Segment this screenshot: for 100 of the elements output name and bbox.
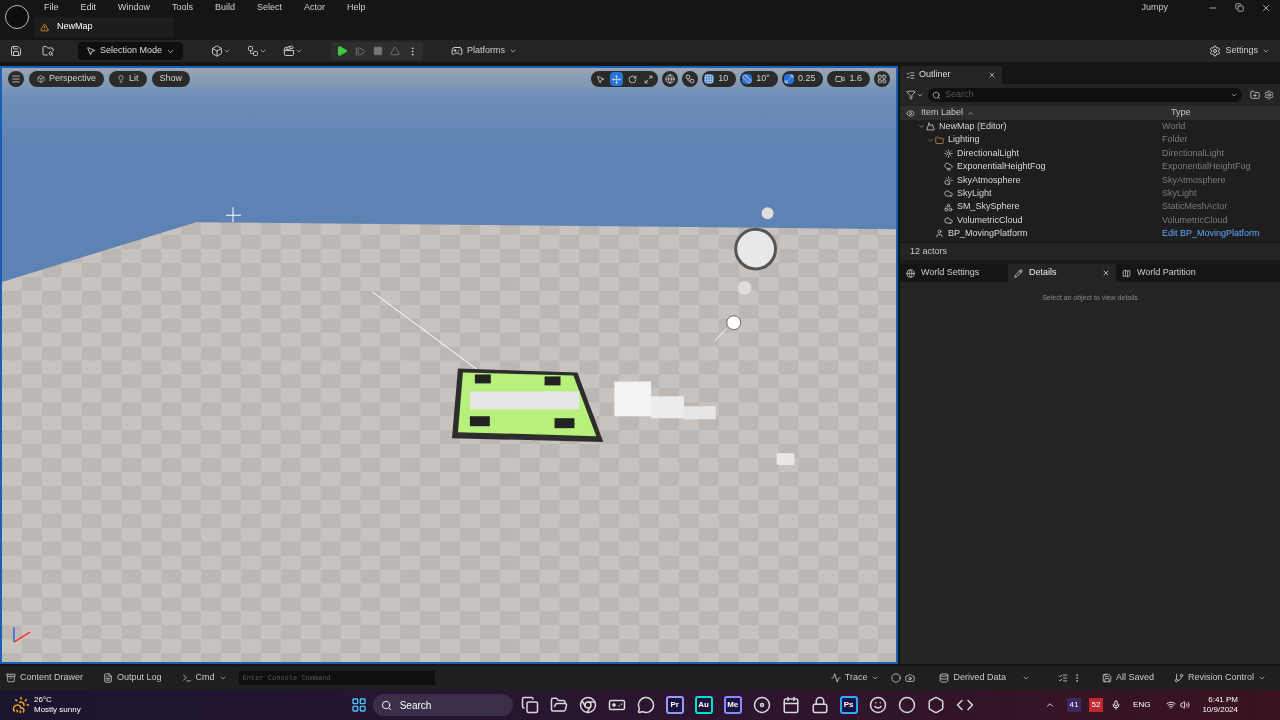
cmd-dropdown[interactable]: Cmd (173, 671, 235, 685)
close-icon[interactable] (988, 71, 996, 79)
volume-icon[interactable] (1180, 700, 1191, 710)
microphone-icon[interactable] (1111, 700, 1122, 710)
camera-icon[interactable] (905, 673, 916, 683)
viewport-option-button[interactable]: Show (151, 71, 191, 87)
output-log-button[interactable]: Output Log (95, 671, 170, 685)
tray-badge[interactable]: 52 (1089, 698, 1104, 712)
tree-item-label[interactable]: DirectionalLight (957, 146, 1020, 161)
disc-icon[interactable] (752, 696, 771, 714)
menu-item[interactable]: File (44, 0, 59, 15)
column-header[interactable]: Item Label (921, 106, 1171, 120)
language-indicator[interactable]: ENG (1133, 699, 1151, 711)
clock-time[interactable]: 6:41 PM (1208, 695, 1238, 705)
menu-item[interactable]: Tools (172, 0, 194, 15)
hexagon-icon[interactable] (926, 696, 945, 714)
add-folder-icon[interactable] (1250, 90, 1260, 100)
app-icon[interactable]: Me (723, 696, 742, 714)
selection-mode-dropdown[interactable]: Selection Mode (78, 42, 184, 60)
flow-icon (247, 45, 260, 57)
save-icon[interactable] (10, 45, 22, 57)
stop-icon[interactable] (373, 46, 384, 56)
folder-icon[interactable] (549, 696, 568, 714)
play-icon[interactable] (336, 45, 349, 57)
chevron-down-icon (871, 674, 880, 682)
start-icon[interactable] (350, 697, 367, 713)
tree-item-label[interactable]: BP_MovingPlatform (948, 227, 1028, 241)
tree-item-label[interactable]: Lighting (948, 133, 980, 147)
chevron-down-icon (1230, 91, 1238, 99)
calendar-icon[interactable] (781, 696, 800, 714)
tree-item-label[interactable]: VolumetricCloud (957, 213, 1023, 228)
scale-snap-button[interactable]: 0.25 (781, 71, 824, 87)
filter-button[interactable] (906, 90, 924, 100)
browser-icon[interactable] (578, 696, 597, 714)
menu-item[interactable]: Edit (80, 0, 97, 15)
derived-data-button[interactable]: Derived Data (931, 671, 1038, 685)
trace-button[interactable]: Trace (822, 671, 888, 685)
blueprint-button[interactable] (247, 45, 268, 57)
close-icon[interactable] (1261, 2, 1271, 13)
revision-control-button[interactable]: Revision Control (1165, 671, 1274, 685)
tree-item-label[interactable]: SkyLight (957, 186, 992, 201)
grid-snap-button[interactable]: 10 (702, 71, 737, 87)
menu-item[interactable]: Build (215, 0, 236, 15)
transform-tool-button[interactable] (642, 72, 656, 86)
settings-icon[interactable] (1264, 90, 1274, 100)
bulb-icon (117, 75, 126, 83)
edit-blueprint-link[interactable]: Edit BP_MovingPlatform (1162, 227, 1260, 241)
cinematics-button[interactable] (283, 45, 304, 57)
step-icon[interactable] (355, 45, 367, 57)
tree-item-label[interactable]: ExponentialHeightFog (957, 160, 1046, 174)
visibility-icon[interactable] (906, 108, 915, 118)
record-icon[interactable] (891, 673, 902, 683)
content-drawer-button[interactable]: Content Drawer (6, 671, 92, 685)
menu-item[interactable]: Help (347, 0, 366, 15)
tray-badge[interactable]: 41 (1067, 698, 1082, 712)
app-icon[interactable]: Ps (839, 696, 858, 714)
wifi-icon[interactable] (1166, 700, 1177, 710)
smiley-icon[interactable] (868, 696, 887, 714)
lock-icon[interactable] (810, 696, 829, 714)
settings-button[interactable]: Settings (1209, 44, 1270, 58)
browse-icon[interactable] (42, 45, 54, 57)
column-header[interactable]: Type (1171, 106, 1191, 120)
transform-tool-button[interactable] (610, 72, 624, 86)
close-icon[interactable] (1102, 269, 1110, 277)
panel-tab[interactable]: Details (1008, 264, 1116, 282)
tree-item-type: StaticMeshActor (1162, 200, 1228, 214)
rotation-snap-button[interactable]: 10° (740, 71, 778, 87)
taskbar-search[interactable]: Search (372, 694, 513, 716)
layout-icon (877, 74, 887, 84)
moving-platform-drawing[interactable] (452, 368, 604, 443)
save-status-button[interactable]: All Saved (1093, 671, 1162, 685)
save-icon (1101, 673, 1112, 683)
sky-light-gizmo-icon[interactable] (761, 207, 774, 220)
player-start-gizmo-icon[interactable] (776, 453, 795, 465)
clock-date[interactable]: 10/9/2024 (1202, 705, 1238, 715)
snap-icon (685, 74, 696, 84)
restore-icon[interactable] (1235, 3, 1244, 12)
menu-item[interactable]: Select (257, 0, 283, 15)
folder-icon (935, 135, 944, 145)
document-tab[interactable]: NewMap (34, 17, 174, 37)
tree-item-label[interactable]: NewMap (Editor) (939, 120, 1007, 134)
platforms-button[interactable]: Platforms (451, 44, 518, 58)
tree-item-label[interactable]: SM_SkySphere (957, 200, 1020, 214)
camera-speed-button[interactable]: 1.6 (827, 71, 870, 87)
viewport-option-button[interactable]: Perspective (29, 71, 105, 87)
search-icon (380, 699, 392, 711)
viewport-option-button[interactable]: Lit (109, 71, 147, 87)
app-icon[interactable]: Au (694, 696, 713, 714)
add-actor-button[interactable] (211, 45, 232, 57)
mountain-icon (926, 122, 935, 132)
menu-item[interactable]: Actor (304, 0, 326, 15)
chat-icon[interactable] (636, 696, 655, 714)
menu-item[interactable]: Window (118, 0, 151, 15)
app-icon[interactable]: Pr (665, 696, 684, 714)
tasks-icon[interactable] (1057, 673, 1068, 683)
tree-item-label[interactable]: SkyAtmosphere (957, 173, 1021, 187)
outliner-tab[interactable]: Outliner (900, 66, 1002, 84)
transform-tool-button[interactable] (626, 72, 640, 86)
circle-icon[interactable] (897, 696, 916, 714)
sun-gizmo-icon[interactable] (714, 315, 742, 342)
